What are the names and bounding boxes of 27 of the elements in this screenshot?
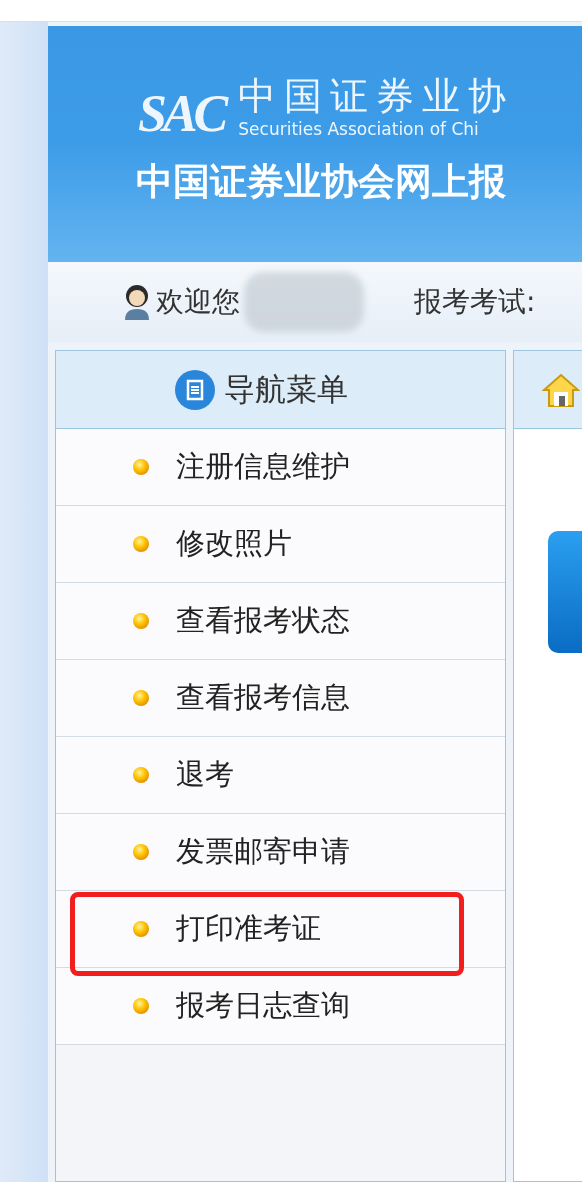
bullet-icon (132, 612, 150, 630)
logo-name: 中国证券业协 (238, 74, 515, 118)
bullet-icon (132, 920, 150, 938)
logo-subtitle: Securities Association of Chi (238, 118, 480, 140)
site-title: 中国证券业协会网上报 (136, 160, 507, 204)
tile-button[interactable] (548, 531, 582, 653)
nav-item[interactable]: 查看报考信息 (176, 676, 350, 720)
home-icon (542, 371, 580, 408)
bullet-icon (132, 997, 150, 1015)
user-avatar-icon (122, 283, 152, 321)
nav-item[interactable]: 打印准考证 (176, 907, 321, 951)
bullet-icon (132, 766, 150, 784)
nav-item[interactable]: 退考 (176, 753, 234, 797)
nav-item[interactable]: 查看报考状态 (176, 599, 350, 643)
bullet-icon (132, 843, 150, 861)
welcome-text: 欢迎您 (156, 284, 240, 320)
nav-title: 导航菜单 (223, 370, 348, 410)
bullet-icon (132, 689, 150, 707)
nav-item[interactable]: 报考日志查询 (176, 984, 350, 1028)
bullet-icon (132, 535, 150, 553)
nav-item[interactable]: 发票邮寄申请 (176, 830, 350, 874)
menu-list-icon (173, 368, 216, 411)
logo-mark: SAC (138, 88, 225, 140)
bullet-icon (132, 458, 150, 476)
nav-item[interactable]: 注册信息维护 (176, 445, 350, 489)
exam-label: 报考考试: (414, 284, 536, 320)
nav-item[interactable]: 修改照片 (176, 522, 292, 566)
